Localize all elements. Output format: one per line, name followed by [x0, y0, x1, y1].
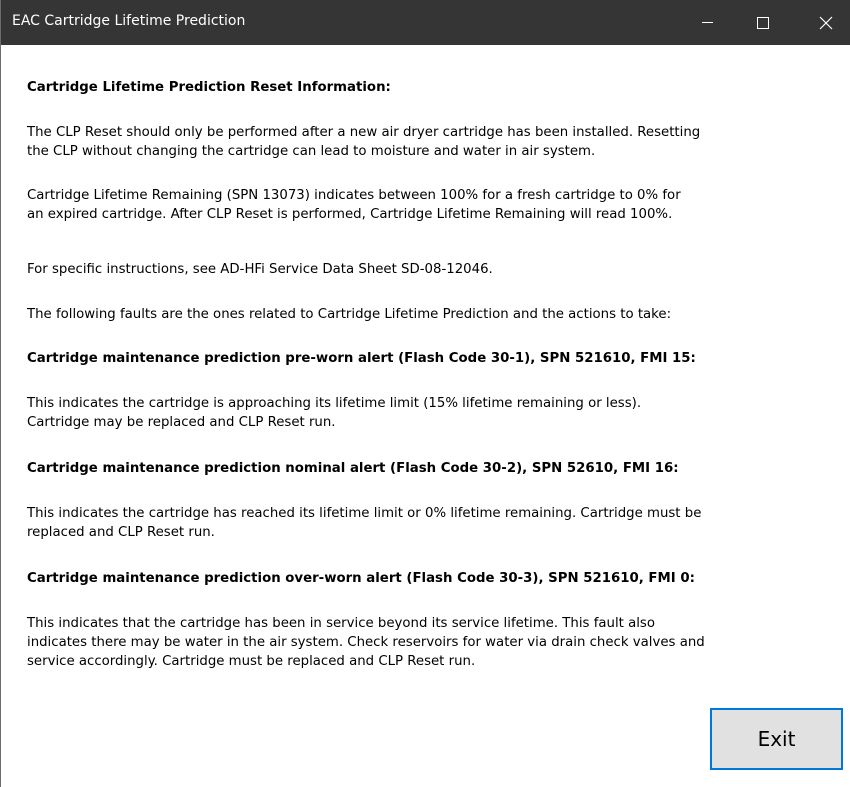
title-bar[interactable]: EAC Cartridge Lifetime Prediction	[1, 0, 850, 45]
minimize-icon	[701, 22, 713, 23]
fault-heading-over-worn: Cartridge maintenance prediction over-wo…	[27, 571, 695, 586]
minimize-button[interactable]	[684, 0, 730, 45]
exit-button[interactable]: Exit	[710, 708, 843, 770]
window-title: EAC Cartridge Lifetime Prediction	[12, 13, 246, 29]
faults-intro-paragraph: The following faults are the ones relate…	[27, 305, 845, 324]
text-line: an expired cartridge. After CLP Reset is…	[27, 207, 673, 222]
close-button[interactable]	[803, 0, 849, 45]
close-icon	[819, 16, 833, 29]
lifetime-remaining-paragraph: Cartridge Lifetime Remaining (SPN 13073)…	[27, 186, 845, 224]
text-line: Cartridge may be replaced and CLP Reset …	[27, 415, 336, 430]
text-line: This indicates that the cartridge has be…	[27, 616, 655, 631]
fault-text-nominal: This indicates the cartridge has reached…	[27, 504, 845, 542]
text-line: This indicates the cartridge has reached…	[27, 506, 702, 521]
fault-heading-nominal: Cartridge maintenance prediction nominal…	[27, 461, 679, 476]
fault-heading-pre-worn: Cartridge maintenance prediction pre-wor…	[27, 351, 696, 366]
section-heading: Cartridge Lifetime Prediction Reset Info…	[27, 80, 391, 95]
fault-text-over-worn: This indicates that the cartridge has be…	[27, 614, 845, 671]
text-line: indicates there may be water in the air …	[27, 635, 705, 650]
dialog-window: EAC Cartridge Lifetime Prediction Cartri…	[0, 0, 850, 787]
maximize-icon	[757, 16, 769, 29]
text-line: Cartridge Lifetime Remaining (SPN 13073)…	[27, 188, 681, 203]
text-line: The following faults are the ones relate…	[27, 307, 672, 322]
instructions-paragraph: For specific instructions, see AD-HFi Se…	[27, 260, 845, 279]
maximize-button[interactable]	[740, 0, 786, 45]
text-line: the CLP without changing the cartridge c…	[27, 144, 596, 159]
text-line: replaced and CLP Reset run.	[27, 525, 215, 540]
text-line: For specific instructions, see AD-HFi Se…	[27, 262, 493, 277]
text-line: The CLP Reset should only be performed a…	[27, 125, 701, 140]
reset-warning-paragraph: The CLP Reset should only be performed a…	[27, 123, 845, 161]
text-line: This indicates the cartridge is approach…	[27, 396, 642, 411]
text-line: service accordingly. Cartridge must be r…	[27, 654, 476, 669]
fault-text-pre-worn: This indicates the cartridge is approach…	[27, 394, 845, 432]
